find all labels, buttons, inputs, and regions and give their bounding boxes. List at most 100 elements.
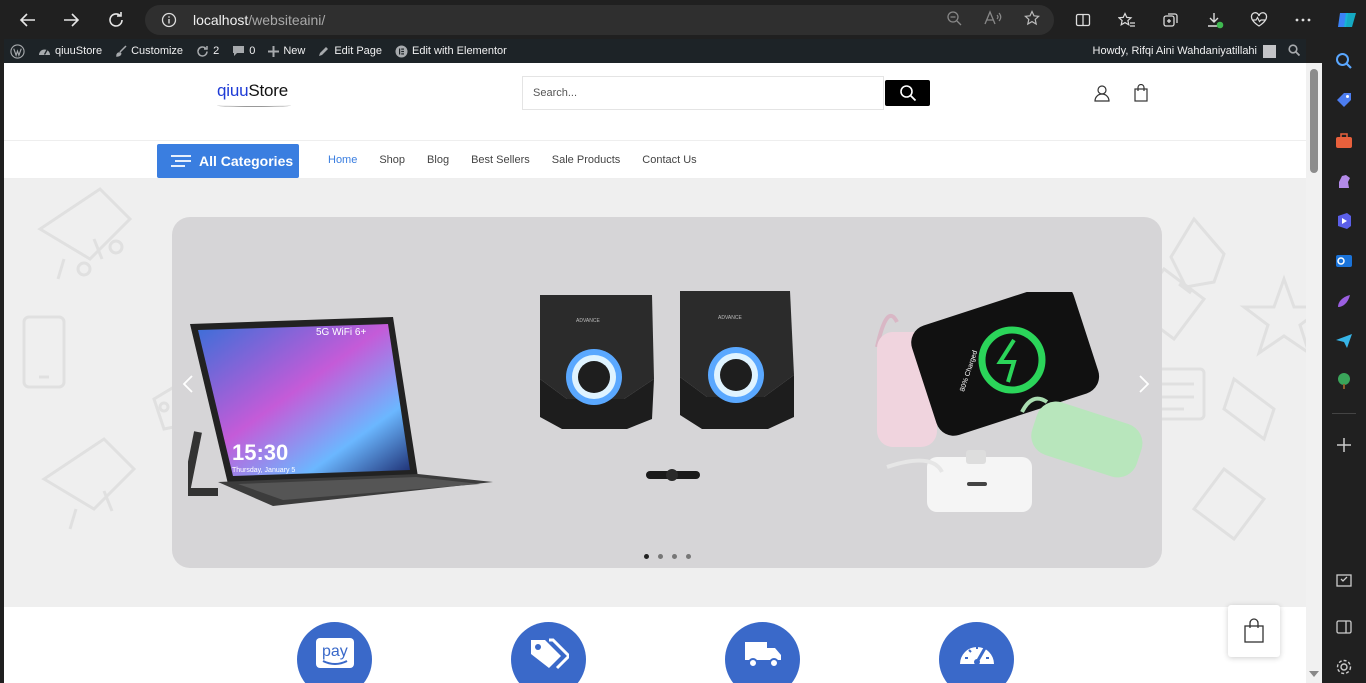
site-info-icon[interactable] <box>161 12 177 33</box>
svg-text:ADVANCE: ADVANCE <box>576 318 600 324</box>
admin-site-link[interactable]: qiuuStore <box>38 45 102 57</box>
sidebar-send-icon[interactable] <box>1335 332 1353 350</box>
sidebar-search-icon[interactable] <box>1335 52 1353 70</box>
sidebar-toggle-icon[interactable] <box>1335 618 1353 636</box>
edge-sidebar <box>1322 39 1366 683</box>
dashboard-gauge-icon <box>39 49 50 55</box>
nav-item-blog[interactable]: Blog <box>427 154 449 166</box>
updates-icon <box>197 45 208 57</box>
admin-elementor-link[interactable]: Edit with Elementor <box>395 45 507 58</box>
search-button[interactable] <box>885 80 930 106</box>
collections-icon[interactable] <box>1156 6 1186 34</box>
floating-cart-button[interactable] <box>1228 605 1280 657</box>
page-content: qiuuStore All Categories Home Shop Blog … <box>4 63 1306 683</box>
wordpress-logo-icon[interactable] <box>10 43 25 59</box>
sidebar-office-icon[interactable] <box>1335 212 1353 230</box>
back-arrow-icon <box>19 13 35 27</box>
back-button[interactable] <box>14 6 42 34</box>
sidebar-games-icon[interactable] <box>1335 172 1353 190</box>
admin-customize-link[interactable]: Customize <box>115 45 183 57</box>
nav-item-best-sellers[interactable]: Best Sellers <box>471 154 530 166</box>
scrollbar-thumb[interactable] <box>1310 69 1318 173</box>
more-menu-icon[interactable] <box>1288 6 1318 34</box>
admin-new-link[interactable]: New <box>268 45 305 57</box>
sidebar-designer-icon[interactable] <box>1335 292 1353 310</box>
slider-pagination <box>644 554 691 559</box>
nav-item-contact-us[interactable]: Contact Us <box>642 154 696 166</box>
site-logo[interactable]: qiuuStore <box>217 81 288 101</box>
plus-icon <box>268 45 280 57</box>
scroll-down-icon <box>1309 671 1319 677</box>
avatar[interactable] <box>1263 44 1276 58</box>
svg-text:pay: pay <box>322 643 348 660</box>
all-categories-button[interactable]: All Categories <box>157 144 299 178</box>
forward-arrow-icon <box>64 13 80 27</box>
split-screen-icon[interactable] <box>1068 6 1098 34</box>
sidebar-screenshot-icon[interactable] <box>1335 572 1353 590</box>
url-text: localhost/websiteaini/ <box>193 12 326 28</box>
elementor-icon <box>395 45 408 57</box>
page-scrollbar[interactable] <box>1306 63 1322 683</box>
menu-lines-icon <box>171 155 191 167</box>
admin-search-icon[interactable] <box>1288 43 1301 59</box>
tags-icon <box>511 622 586 683</box>
slider-dot-2[interactable] <box>658 554 663 559</box>
admin-updates-link[interactable]: 2 <box>196 45 219 58</box>
all-categories-label: All Categories <box>199 153 294 169</box>
main-navigation: All Categories Home Shop Blog Best Selle… <box>4 140 1306 179</box>
svg-text:5G WiFi 6+: 5G WiFi 6+ <box>316 327 366 338</box>
logo-swoosh <box>217 104 291 107</box>
search-field[interactable] <box>522 76 884 110</box>
shopping-bag-icon <box>1244 618 1264 643</box>
refresh-button[interactable] <box>102 6 130 34</box>
features-row: pay <box>4 607 1306 683</box>
nav-item-sale-products[interactable]: Sale Products <box>552 154 620 166</box>
refresh-icon <box>109 12 123 27</box>
admin-howdy-link[interactable]: Howdy, Rifqi Aini Wahdaniyatillahi <box>1093 45 1257 57</box>
read-aloud-icon[interactable] <box>984 10 1002 31</box>
svg-text:Thursday, January 5: Thursday, January 5 <box>232 467 295 474</box>
forward-button[interactable] <box>57 6 85 34</box>
cart-bag-icon[interactable] <box>1133 83 1149 107</box>
address-bar[interactable]: localhost/websiteaini/ <box>145 5 1054 35</box>
pencil-icon <box>319 47 329 56</box>
slider-next-arrow-icon[interactable] <box>1138 373 1150 399</box>
admin-comments-link[interactable]: 0 <box>232 45 255 57</box>
favorites-icon[interactable] <box>1112 6 1142 34</box>
copilot-icon[interactable] <box>1332 6 1362 34</box>
sidebar-add-icon[interactable] <box>1335 436 1353 454</box>
favorite-star-icon[interactable] <box>1024 10 1040 31</box>
powerbank-product-image: 80% Charged <box>875 292 1143 512</box>
sidebar-divider <box>1332 413 1356 414</box>
site-header: qiuuStore <box>4 63 1306 140</box>
downloads-icon[interactable] <box>1200 6 1230 34</box>
browser-essentials-icon[interactable] <box>1244 6 1274 34</box>
sidebar-shopping-tag-icon[interactable] <box>1335 92 1353 110</box>
account-icon[interactable] <box>1093 84 1111 107</box>
slider-prev-arrow-icon[interactable] <box>182 373 194 399</box>
sidebar-settings-gear-icon[interactable] <box>1335 658 1353 676</box>
browser-toolbar: localhost/websiteaini/ <box>0 0 1366 39</box>
admin-edit-page-link[interactable]: Edit Page <box>318 45 382 57</box>
amazon-pay-icon: pay <box>297 622 372 683</box>
sidebar-tools-icon[interactable] <box>1335 132 1353 150</box>
svg-text:15:30: 15:30 <box>232 440 288 465</box>
slider-dot-3[interactable] <box>672 554 677 559</box>
sidebar-outlook-icon[interactable] <box>1335 252 1353 270</box>
svg-text:ADVANCE: ADVANCE <box>718 315 742 321</box>
nav-item-home[interactable]: Home <box>328 154 357 166</box>
hero-slider[interactable]: 15:30 Thursday, January 5 5G WiFi 6+ ADV… <box>172 217 1162 568</box>
hero-section: 15:30 Thursday, January 5 5G WiFi 6+ ADV… <box>4 179 1306 607</box>
paintbrush-icon <box>116 45 127 57</box>
comment-bubble-icon <box>233 46 245 56</box>
sidebar-tree-icon[interactable] <box>1335 372 1353 390</box>
wp-admin-bar: qiuuStore Customize 2 0 New Edit Page Ed… <box>4 39 1306 63</box>
zoom-out-icon[interactable] <box>946 10 962 31</box>
tablet-product-image: 15:30 Thursday, January 5 5G WiFi 6+ <box>188 317 493 506</box>
nav-item-shop[interactable]: Shop <box>379 154 405 166</box>
search-input[interactable] <box>523 77 883 109</box>
slider-dot-4[interactable] <box>686 554 691 559</box>
speaker-product-image: ADVANCE ADVANCE <box>540 291 794 481</box>
truck-icon <box>725 622 800 683</box>
slider-dot-1[interactable] <box>644 554 649 559</box>
